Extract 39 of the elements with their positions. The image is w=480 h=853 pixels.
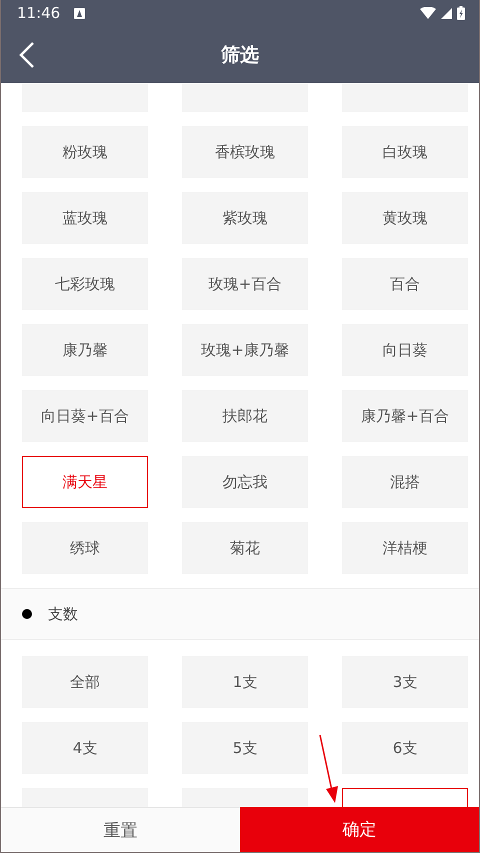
filter-option[interactable]: 向日葵 bbox=[342, 324, 468, 376]
battery-icon bbox=[457, 6, 465, 20]
filter-option[interactable]: 玫瑰+百合 bbox=[182, 258, 308, 310]
filter-option[interactable]: 混搭 bbox=[342, 456, 468, 508]
filter-option[interactable]: 紫玫瑰 bbox=[182, 192, 308, 244]
notification-icon bbox=[74, 8, 86, 18]
filter-option[interactable]: 满天星 bbox=[22, 456, 148, 508]
filter-option[interactable]: 1支 bbox=[182, 656, 308, 708]
page-title: 筛选 bbox=[221, 42, 259, 68]
filter-option[interactable]: 康乃馨+百合 bbox=[342, 390, 468, 442]
filter-option[interactable]: 6支 bbox=[342, 722, 468, 774]
filter-option[interactable]: 洋桔梗 bbox=[342, 522, 468, 574]
filter-option[interactable]: 粉玫瑰 bbox=[22, 126, 148, 178]
section-title: 支数 bbox=[48, 604, 78, 624]
wifi-icon bbox=[420, 7, 436, 19]
filter-option[interactable]: 白玫瑰 bbox=[342, 126, 468, 178]
filter-option[interactable]: 绣球 bbox=[22, 522, 148, 574]
filter-option[interactable]: 全部 bbox=[22, 656, 148, 708]
filter-option[interactable]: 扶郎花 bbox=[182, 390, 308, 442]
back-icon bbox=[17, 41, 37, 69]
filter-option[interactable]: 黄玫瑰 bbox=[342, 192, 468, 244]
reset-button[interactable]: 重置 bbox=[1, 807, 240, 852]
filter-option[interactable]: 百合 bbox=[342, 258, 468, 310]
signal-icon bbox=[441, 8, 452, 18]
filter-option[interactable]: 蓝玫瑰 bbox=[22, 192, 148, 244]
filter-option[interactable]: 菊花 bbox=[182, 522, 308, 574]
filter-option[interactable]: 勿忘我 bbox=[182, 456, 308, 508]
bullet-icon bbox=[22, 609, 32, 619]
filter-option[interactable]: 玫瑰+康乃馨 bbox=[182, 324, 308, 376]
filter-option[interactable]: 5支 bbox=[182, 722, 308, 774]
filter-option[interactable]: 七彩玫瑰 bbox=[22, 258, 148, 310]
filter-option[interactable]: 康乃馨 bbox=[22, 324, 148, 376]
filter-option[interactable]: 向日葵+百合 bbox=[22, 390, 148, 442]
back-button[interactable] bbox=[17, 41, 37, 69]
filter-option[interactable]: 4支 bbox=[22, 722, 148, 774]
filter-option[interactable]: 香槟玫瑰 bbox=[182, 126, 308, 178]
status-time: 11:46 bbox=[17, 4, 60, 22]
confirm-button[interactable]: 确定 bbox=[240, 807, 479, 852]
filter-option[interactable]: 3支 bbox=[342, 656, 468, 708]
